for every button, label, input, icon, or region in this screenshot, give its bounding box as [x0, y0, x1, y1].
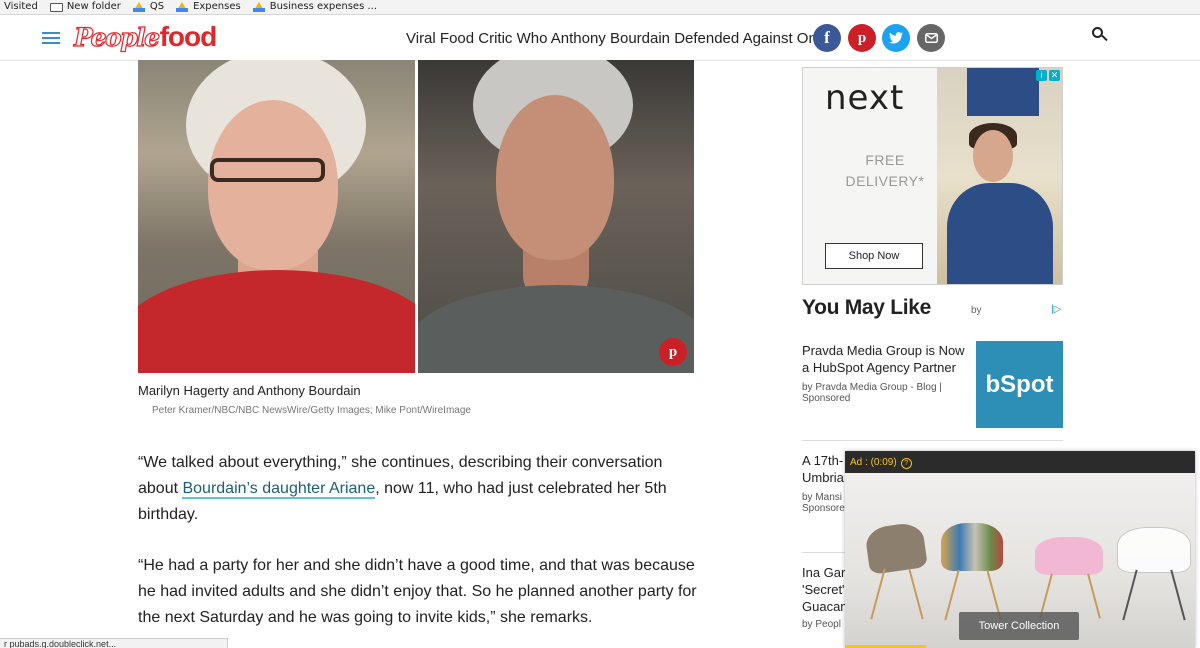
marilyn-hagerty-photo — [138, 60, 415, 373]
ad-choices[interactable]: i ✕ — [1036, 70, 1060, 81]
google-drive-icon — [252, 2, 265, 12]
twitter-icon — [889, 32, 903, 44]
menu-icon[interactable] — [42, 32, 60, 44]
chair-shape — [941, 523, 1003, 571]
bookmark-qs[interactable]: QS — [132, 0, 165, 14]
site-header: People food Viral Food Critic Who Anthon… — [0, 15, 1200, 61]
logo-food: food — [159, 21, 218, 52]
facebook-icon: f — [824, 28, 830, 47]
help-icon[interactable]: ? — [900, 458, 912, 469]
article-paragraph: “He had a party for her and she didn’t h… — [138, 557, 697, 626]
article-paragraph: “We talked about everything,” she contin… — [138, 450, 698, 528]
facebook-share-button[interactable]: f — [813, 24, 841, 52]
pin-image-button[interactable]: p — [659, 338, 687, 366]
daughter-ariane-link[interactable]: Bourdain’s daughter Ariane — [182, 480, 376, 499]
logo-people: People — [73, 22, 160, 52]
pinterest-share-button[interactable]: p — [848, 24, 876, 52]
pinterest-icon: p — [857, 29, 867, 46]
article-title: Viral Food Critic Who Anthony Bourdain D… — [406, 30, 833, 47]
ad-model-photo — [937, 68, 1062, 284]
email-icon — [924, 33, 938, 43]
twitter-share-button[interactable] — [882, 24, 910, 52]
google-drive-icon — [176, 2, 189, 12]
image-caption: Marilyn Hagerty and Anthony Bourdain — [138, 383, 361, 398]
recommendation-title[interactable]: Pravda Media Group is Now a HubSpot Agen… — [802, 342, 967, 376]
tower-collection-button[interactable]: Tower Collection — [959, 612, 1079, 640]
anthony-bourdain-photo — [418, 60, 694, 373]
display-ad[interactable]: next FREE DELIVERY* Shop Now i ✕ — [802, 67, 1063, 285]
bookmark-label: QS — [149, 1, 165, 12]
hero-image: p — [138, 60, 694, 373]
video-ad-bar: Ad : (0:09)? — [845, 451, 1195, 473]
bookmark-label: Expenses — [193, 1, 241, 12]
ad-offer-line: FREE — [865, 152, 905, 168]
ad-offer: FREE DELIVERY* — [825, 150, 945, 192]
ad-countdown: Ad : (0:09)? — [850, 457, 912, 469]
email-share-button[interactable] — [917, 24, 945, 52]
divider — [802, 440, 1063, 441]
image-credit: Peter Kramer/NBC/NBC NewsWire/Getty Imag… — [152, 405, 471, 416]
bookmark-label: New folder — [66, 1, 121, 12]
bookmark-label: Business expenses ... — [269, 1, 378, 12]
adchoices-icon[interactable]: i — [1036, 70, 1047, 81]
shop-now-button[interactable]: Shop Now — [825, 243, 923, 269]
bookmark-expenses[interactable]: Expenses — [176, 0, 241, 14]
chair-shape — [1117, 527, 1191, 573]
folder-icon — [49, 2, 63, 12]
chair-shape — [1035, 537, 1103, 575]
you-may-like-heading: You May Like — [802, 296, 932, 319]
ad-offer-line: DELIVERY* — [845, 173, 925, 189]
search-icon[interactable] — [1092, 27, 1108, 43]
ad-label: Ad : (0:09) — [850, 457, 897, 468]
taboola-icon[interactable]: |▷ — [1051, 304, 1061, 315]
bookmark-visited[interactable]: Visited — [4, 0, 38, 14]
video-ad[interactable]: Ad : (0:09)? Tower Collection — [845, 451, 1195, 648]
chair-shape — [864, 521, 928, 575]
recommendation-thumbnail[interactable]: bSpot — [976, 341, 1063, 428]
google-drive-icon — [132, 2, 145, 12]
pinterest-icon: p — [668, 343, 678, 360]
you-may-like-by: by — [971, 305, 982, 316]
bookmark-business-expenses[interactable]: Business expenses ... — [252, 0, 378, 14]
browser-status-bar: r pubads.g.doubleclick.net... — [0, 638, 228, 648]
ad-brand: next — [825, 78, 905, 118]
bookmark-label: Visited — [4, 1, 38, 12]
thumbnail-text: bSpot — [985, 370, 1054, 398]
recommendation-source: by Pravda Media Group - Blog | Sponsored — [802, 382, 942, 404]
bookmark-new-folder[interactable]: New folder — [49, 0, 121, 14]
close-icon[interactable]: ✕ — [1049, 70, 1060, 81]
site-logo[interactable]: People food — [73, 21, 218, 53]
bookmarks-bar: Visited New folder QS Expenses Business … — [0, 0, 1200, 15]
